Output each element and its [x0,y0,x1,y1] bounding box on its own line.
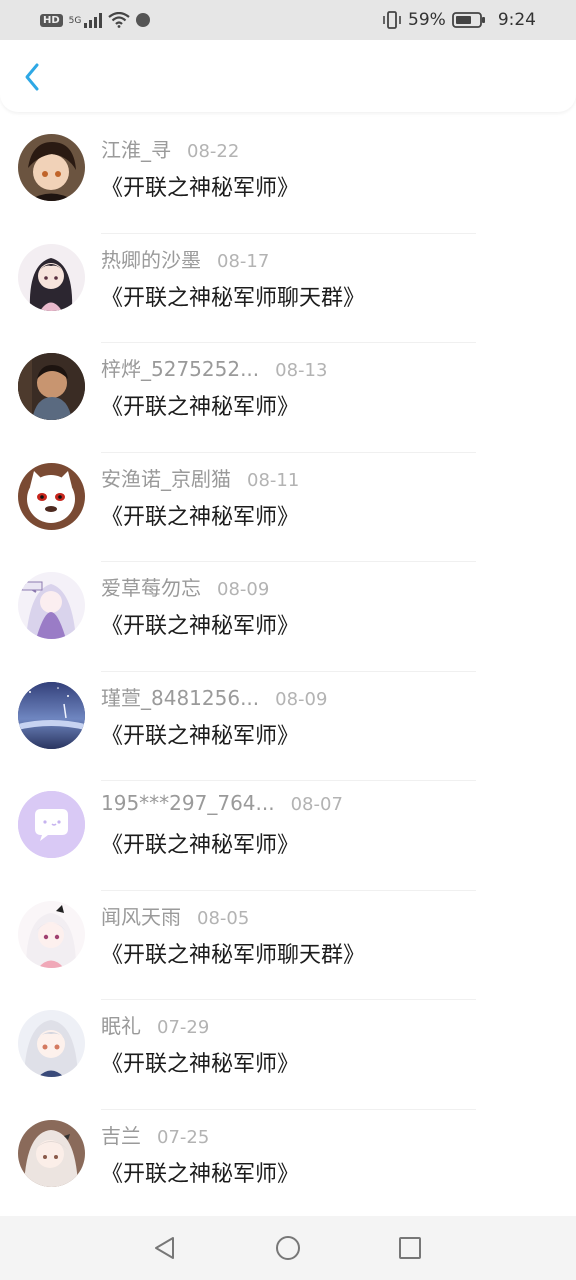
user-name[interactable]: 瑾萱_8481256... [101,682,259,711]
user-name[interactable]: 热卿的沙墨 [101,244,201,273]
list-item[interactable]: 瑾萱_8481256... 08-09 《开联之神秘军师》 [0,672,576,781]
avatar[interactable] [18,900,85,968]
status-bar: HD 5G 59% 9:24 [0,0,576,40]
user-name[interactable]: 安渔诺_京剧猫 [101,463,231,492]
message-text: 《开联之神秘军师》 [101,504,300,530]
network-label: 5G [68,16,82,26]
message-text: 《开联之神秘军师》 [101,1161,300,1187]
user-name[interactable]: 梓烨_5275252... [101,353,259,382]
square-recent-icon [399,1237,421,1259]
item-text: 江淮_寻 08-22 《开联之神秘军师》 [101,134,299,202]
back-button[interactable] [18,62,46,92]
avatar[interactable] [18,462,85,530]
item-date: 07-25 [157,1126,210,1148]
status-right: 59% 9:24 [382,10,536,30]
item-text: 闻风天雨 08-05 《开联之神秘军师聊天群》 [101,901,365,969]
avatar[interactable] [18,243,85,311]
list-item[interactable]: 爱草莓勿忘 08-09 《开联之神秘军师》 [0,562,576,672]
item-text: 爱草莓勿忘 08-09 《开联之神秘军师》 [101,572,299,640]
message-list: 江淮_寻 08-22 《开联之神秘军师》 热卿的沙墨 08-17 《开联之神秘军… [0,124,576,1219]
avatar[interactable] [18,353,85,420]
item-text: 瑾萱_8481256... 08-09 《开联之神秘军师》 [101,682,327,750]
item-date: 08-09 [275,688,328,710]
message-text: 《开联之神秘军师》 [101,614,300,639]
meta-line: 闻风天雨 08-05 [101,901,365,931]
meta-line: 瑾萱_8481256... 08-09 [101,682,327,712]
meta-line: 安渔诺_京剧猫 08-11 [101,463,299,493]
circle-home-icon [276,1236,300,1260]
hd-badge: HD [40,13,63,27]
item-date: 07-29 [157,1017,210,1038]
meta-line: 195***297_764... 08-07 [101,791,343,821]
list-item[interactable]: 安渔诺_京剧猫 08-11 《开联之神秘军师》 [0,453,576,562]
nav-home-button[interactable] [274,1234,302,1262]
item-text: 195***297_764... 08-07 《开联之神秘军师》 [101,791,343,859]
wifi-icon [108,12,131,28]
message-text: 《开联之神秘军师》 [101,395,300,420]
message-text: 《开联之神秘军师》 [101,1052,300,1077]
list-item[interactable]: 热卿的沙墨 08-17 《开联之神秘军师聊天群》 [0,234,576,343]
system-nav-bar [0,1216,576,1280]
meta-line: 梓烨_5275252... 08-13 [101,353,327,383]
user-name[interactable]: 闻风天雨 [101,901,181,930]
avatar[interactable] [18,572,85,639]
meta-line: 江淮_寻 08-22 [101,134,299,164]
item-date: 08-22 [187,141,240,162]
triangle-back-icon [155,1237,174,1259]
message-text: 《开联之神秘军师》 [101,723,300,749]
meta-line: 眠礼 07-29 [101,1010,299,1040]
battery-icon [451,11,486,29]
notification-icon [136,13,151,27]
battery-percent: 59% [408,10,446,30]
user-name[interactable]: 眠礼 [101,1010,141,1039]
status-left: HD 5G [40,12,151,28]
list-item[interactable]: 闻风天雨 08-05 《开联之神秘军师聊天群》 [0,891,576,1000]
list-item[interactable]: 江淮_寻 08-22 《开联之神秘军师》 [0,124,576,234]
chevron-left-icon [25,63,39,91]
item-text: 吉兰 07-25 《开联之神秘军师》 [101,1120,299,1188]
item-text: 梓烨_5275252... 08-13 《开联之神秘军师》 [101,353,327,421]
message-text: 《开联之神秘军师》 [101,176,300,201]
message-text: 《开联之神秘军师聊天群》 [101,285,366,311]
item-date: 08-11 [247,469,300,491]
header [0,40,576,112]
meta-line: 热卿的沙墨 08-17 [101,244,365,274]
item-text: 安渔诺_京剧猫 08-11 《开联之神秘军师》 [101,463,299,531]
user-name[interactable]: 吉兰 [101,1120,141,1149]
meta-line: 吉兰 07-25 [101,1120,299,1150]
user-name[interactable]: 195***297_764... [101,791,275,815]
nav-back-button[interactable] [151,1234,179,1262]
list-item[interactable]: 眠礼 07-29 《开联之神秘军师》 [0,1000,576,1110]
signal-icon [84,12,103,28]
meta-line: 爱草莓勿忘 08-09 [101,572,299,602]
avatar[interactable] [18,1010,85,1077]
nav-recent-button[interactable] [396,1234,424,1262]
message-text: 《开联之神秘军师聊天群》 [101,942,366,968]
list-item[interactable]: 195***297_764... 08-07 《开联之神秘军师》 [0,781,576,891]
item-date: 08-07 [290,794,343,815]
item-date: 08-05 [197,907,250,929]
avatar[interactable] [18,681,85,749]
list-item[interactable]: 梓烨_5275252... 08-13 《开联之神秘军师》 [0,343,576,453]
item-text: 眠礼 07-29 《开联之神秘军师》 [101,1010,299,1078]
avatar[interactable] [18,1119,85,1187]
avatar[interactable] [18,791,85,858]
list-item[interactable]: 吉兰 07-25 《开联之神秘军师》 [0,1110,576,1219]
item-date: 08-17 [217,250,270,272]
message-text: 《开联之神秘军师》 [101,833,300,858]
item-date: 08-13 [275,360,328,381]
item-text: 热卿的沙墨 08-17 《开联之神秘军师聊天群》 [101,244,365,312]
item-date: 08-09 [217,579,270,600]
avatar[interactable] [18,134,85,201]
user-name[interactable]: 爱草莓勿忘 [101,572,201,601]
user-name[interactable]: 江淮_寻 [101,134,171,163]
clock: 9:24 [497,10,536,30]
vibrate-icon [382,11,402,29]
